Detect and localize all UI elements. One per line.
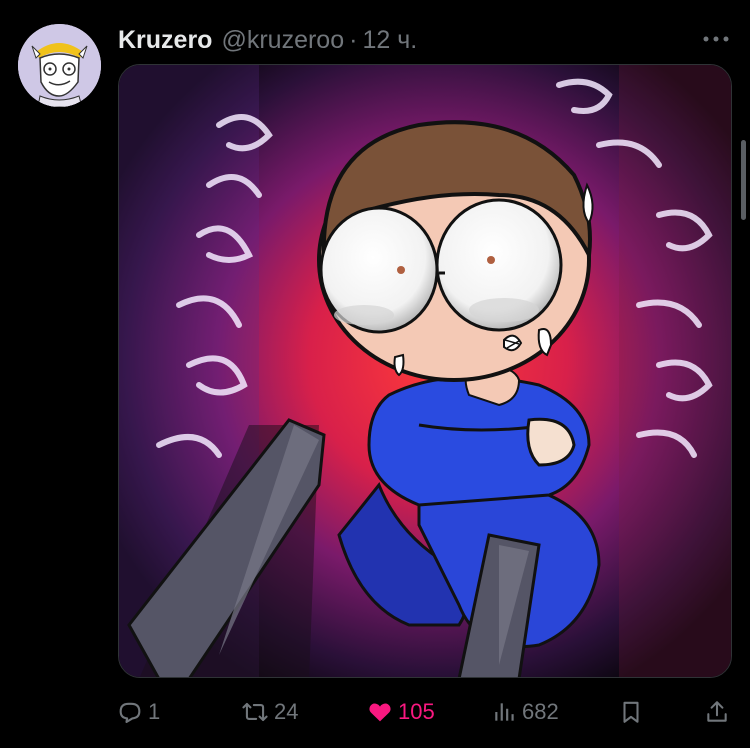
post-illustration [119, 65, 731, 677]
user-handle[interactable]: @kruzeroo [221, 26, 344, 55]
reply-button[interactable]: 1 [116, 692, 160, 732]
timestamp[interactable]: 12 ч. [362, 26, 417, 55]
views-count: 682 [522, 699, 559, 724]
reply-count: 1 [148, 699, 161, 724]
bookmark-icon [623, 701, 639, 723]
avatar-image [18, 24, 101, 107]
like-count: 105 [398, 699, 435, 724]
media-image[interactable] [118, 64, 732, 678]
action-bar: 1 24 105 682 [116, 692, 736, 732]
display-name[interactable]: Kruzero [118, 26, 212, 55]
avatar[interactable] [18, 24, 101, 107]
tweet: Kruzero @kruzeroo · 12 ч. 1 24 105 682 [0, 0, 750, 748]
more-button[interactable] [700, 26, 732, 52]
views-button[interactable]: 682 [492, 692, 559, 732]
repost-button[interactable]: 24 [240, 692, 298, 732]
repost-icon [242, 702, 268, 722]
tweet-header: Kruzero @kruzeroo · 12 ч. [118, 22, 417, 58]
scrollbar[interactable] [741, 140, 746, 220]
like-button[interactable]: 105 [366, 692, 435, 732]
separator-dot: · [349, 25, 358, 54]
bookmark-button[interactable] [618, 692, 644, 732]
reply-icon [119, 702, 141, 723]
more-horizontal-icon [703, 36, 729, 42]
share-icon [707, 701, 727, 722]
heart-filled-icon [369, 703, 391, 722]
share-button[interactable] [704, 692, 730, 732]
views-chart-icon [495, 703, 514, 721]
repost-count: 24 [274, 699, 299, 724]
